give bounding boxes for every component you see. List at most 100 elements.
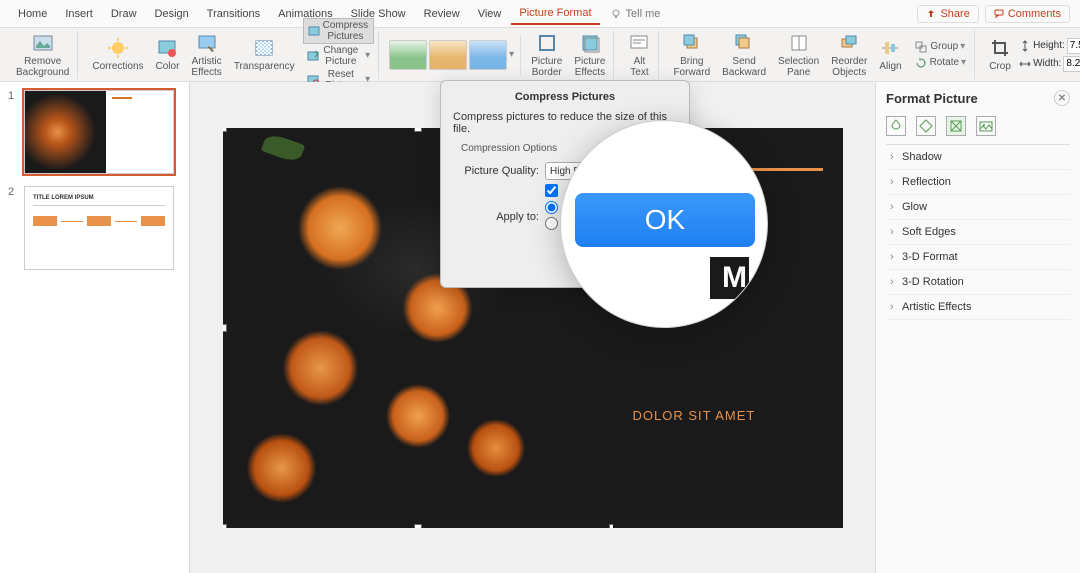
resize-handle[interactable] [223, 524, 227, 528]
width-label: Width: [1033, 58, 1061, 69]
rotate-button[interactable]: Rotate▾ [910, 55, 971, 71]
panel-accordion: Shadow Reflection Glow Soft Edges 3-D Fo… [886, 144, 1070, 320]
panel-tabs [886, 116, 1070, 136]
acc-artistic-effects[interactable]: Artistic Effects [886, 295, 1070, 320]
tell-me[interactable]: Tell me [602, 4, 669, 24]
selection-pane-button[interactable]: Selection Pane [774, 30, 823, 80]
tab-design[interactable]: Design [147, 4, 197, 24]
effects-icon [579, 32, 601, 54]
send-label: Send Backward [722, 56, 766, 78]
tab-insert[interactable]: Insert [57, 4, 101, 24]
tab-view[interactable]: View [470, 4, 510, 24]
rotate-icon [914, 56, 928, 70]
share-label: Share [940, 8, 969, 20]
reorder-label: Reorder Objects [831, 56, 867, 78]
bring-forward-button[interactable]: Bring Forward [669, 30, 714, 80]
send-backward-icon [733, 32, 755, 54]
tab-transitions[interactable]: Transitions [199, 4, 268, 24]
comments-button[interactable]: Comments [985, 5, 1070, 23]
style-option-1[interactable] [389, 40, 427, 70]
align-button[interactable]: Align [875, 35, 905, 74]
change-picture-button[interactable]: Change Picture▾ [303, 44, 375, 68]
picture-tab-icon[interactable] [976, 116, 996, 136]
artistic-label: Artistic Effects [191, 56, 221, 78]
selection-pane-icon [788, 32, 810, 54]
size-tab-icon[interactable] [946, 116, 966, 136]
width-input[interactable] [1063, 56, 1080, 72]
style-option-3[interactable] [469, 40, 507, 70]
transparency-button[interactable]: Transparency [230, 35, 299, 74]
tab-home[interactable]: Home [10, 4, 55, 24]
border-icon [536, 32, 558, 54]
remove-bg-icon [32, 32, 54, 54]
align-label: Align [879, 61, 901, 72]
thumbnail-1[interactable]: 1 TITLE LOREM IPSUM [8, 90, 181, 174]
tab-draw[interactable]: Draw [103, 4, 145, 24]
color-button[interactable]: Color [152, 35, 184, 74]
fill-tab-icon[interactable] [886, 116, 906, 136]
group-label: Group [930, 41, 958, 52]
ok-button[interactable]: OK [575, 193, 755, 247]
send-backward-button[interactable]: Send Backward [718, 30, 770, 80]
acc-3d-rotation[interactable]: 3-D Rotation [886, 270, 1070, 295]
bring-label: Bring Forward [673, 56, 710, 78]
acc-3d-format[interactable]: 3-D Format [886, 245, 1070, 270]
comments-label: Comments [1008, 8, 1061, 20]
apply-to-label: Apply to: [461, 211, 539, 223]
resize-handle[interactable] [414, 128, 422, 132]
magnifier-overlay: OK M [560, 120, 768, 328]
resize-handle[interactable] [223, 324, 227, 332]
height-icon [1019, 40, 1031, 52]
acc-soft-edges[interactable]: Soft Edges [886, 220, 1070, 245]
crop-label: Crop [989, 61, 1011, 72]
acc-shadow[interactable]: Shadow [886, 145, 1070, 170]
artistic-effects-button[interactable]: Artistic Effects [187, 30, 225, 80]
align-icon [879, 37, 901, 59]
picture-effects-button[interactable]: Picture Effects [570, 30, 609, 80]
color-icon [156, 37, 178, 59]
bring-forward-icon [681, 32, 703, 54]
panel-title: Format Picture [886, 91, 978, 106]
close-panel-button[interactable]: ✕ [1054, 90, 1070, 106]
style-option-2[interactable] [429, 40, 467, 70]
picture-styles-gallery[interactable]: ▾ [389, 40, 514, 70]
compress-pictures-button[interactable]: Compress Pictures [303, 18, 375, 44]
slide-subtitle[interactable]: DOLOR SIT AMET [633, 408, 756, 423]
thumbnail-2[interactable]: 2 TITLE LOREM IPSUM [8, 186, 181, 270]
transparency-label: Transparency [234, 61, 295, 72]
remove-bg-label: Remove Background [16, 56, 69, 78]
alt-text-button[interactable]: Alt Text [624, 30, 654, 80]
height-input[interactable] [1067, 38, 1080, 54]
corrections-icon [107, 37, 129, 59]
delete-cropped-checkbox[interactable] [545, 184, 558, 197]
apply-selected-radio[interactable] [545, 217, 558, 230]
picture-border-button[interactable]: Picture Border [527, 30, 566, 80]
effects-label: Picture Effects [574, 56, 605, 78]
corrections-button[interactable]: Corrections [88, 35, 147, 74]
thumb-number: 1 [8, 90, 18, 174]
group-icon [914, 40, 928, 54]
reorder-objects-button[interactable]: Reorder Objects [827, 30, 871, 80]
transparency-icon [253, 37, 275, 59]
crop-button[interactable]: Crop [985, 35, 1015, 74]
tab-review[interactable]: Review [416, 4, 468, 24]
tab-bar: Home Insert Draw Design Transitions Anim… [0, 0, 1080, 28]
tab-picture-format[interactable]: Picture Format [511, 3, 599, 25]
resize-handle[interactable] [223, 128, 227, 132]
reorder-icon [838, 32, 860, 54]
color-label: Color [156, 61, 180, 72]
remove-background-button[interactable]: Remove Background [12, 30, 73, 80]
height-row: Height:▲▼ [1019, 37, 1080, 55]
slide-title-fragment: M [710, 257, 749, 299]
bulb-icon [610, 8, 622, 20]
effects-tab-icon[interactable] [916, 116, 936, 136]
resize-handle[interactable] [414, 524, 422, 528]
compress-label: Compress Pictures [322, 20, 370, 42]
thumb-number: 2 [8, 186, 18, 270]
group-button[interactable]: Group▾ [910, 39, 971, 55]
acc-glow[interactable]: Glow [886, 195, 1070, 220]
share-button[interactable]: Share [917, 5, 978, 23]
apply-all-radio[interactable] [545, 201, 558, 214]
acc-reflection[interactable]: Reflection [886, 170, 1070, 195]
chevron-down-icon[interactable]: ▾ [509, 49, 514, 60]
